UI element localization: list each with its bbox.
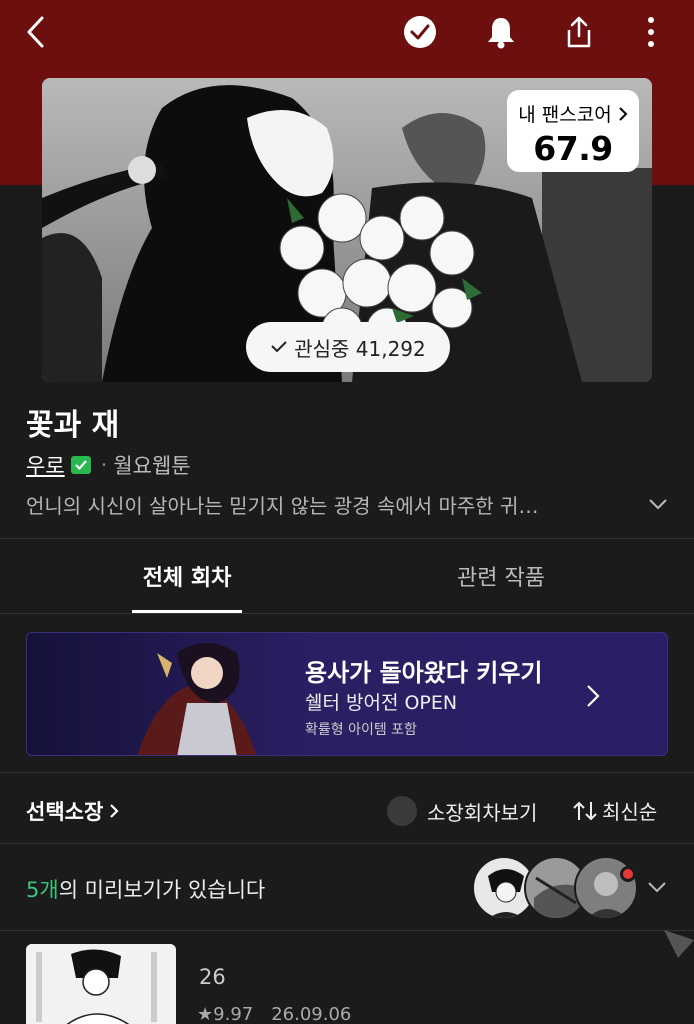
triangle-marker-icon: [664, 930, 694, 958]
check-circle-icon: [404, 16, 436, 48]
divider: [0, 538, 694, 539]
check-icon: [271, 341, 287, 353]
select-buy-label: 선택소장: [26, 800, 104, 824]
preview-suffix: 의 미리보기가 있습니다: [58, 878, 266, 902]
promo-banner[interactable]: 용사가 돌아왔다 키우기 쉘터 방어전 OPEN 확률형 아이템 포함: [26, 632, 668, 756]
separator: ·: [100, 453, 108, 477]
more-button[interactable]: [629, 10, 673, 54]
notification-button[interactable]: [479, 10, 523, 54]
bell-icon: [488, 18, 514, 49]
tab-related-works[interactable]: 관련 작품: [457, 560, 545, 592]
owned-episodes-toggle[interactable]: 소장회차보기: [387, 796, 537, 826]
weekday-label: 월요웹툰: [113, 454, 191, 478]
share-button[interactable]: [557, 10, 601, 54]
banner-note: 확률형 아이템 포함: [305, 722, 417, 738]
synopsis: 언니의 시신이 살아나는 믿기지 않는 광경 속에서 마주한 귀…: [26, 494, 539, 518]
author-link[interactable]: 우로: [26, 450, 65, 480]
author-line: 우로 · 월요웹툰: [26, 450, 191, 480]
episode-thumbnail[interactable]: [26, 944, 176, 1024]
top-bar: [0, 0, 694, 64]
chevron-right-icon: [587, 685, 600, 707]
preview-text: 5개의 미리보기가 있습니다: [26, 874, 265, 904]
subscribe-check-button[interactable]: [398, 10, 442, 54]
chevron-right-icon: [619, 106, 628, 121]
sort-button[interactable]: 최신순: [572, 796, 657, 825]
episode-number: 26: [199, 965, 226, 989]
work-title: 꽃과 재: [26, 408, 120, 443]
tab-bar: 전체 회차 관련 작품: [0, 540, 694, 614]
back-button[interactable]: [14, 10, 58, 54]
chevron-left-icon: [27, 16, 44, 48]
sort-label: 최신순: [602, 800, 658, 824]
preview-thumbnails: [472, 856, 638, 920]
divider: [0, 613, 694, 614]
select-buy-button[interactable]: 선택소장: [26, 796, 119, 826]
episode-controls: 선택소장 소장회차보기 최신순: [0, 780, 694, 840]
banner-character-image: [137, 643, 257, 755]
fanscore-card[interactable]: 내 팬스코어 67.9: [507, 90, 639, 172]
preview-row[interactable]: 5개의 미리보기가 있습니다: [0, 846, 694, 930]
divider: [0, 930, 694, 931]
sort-arrows-icon: [573, 801, 597, 820]
star-icon: ★: [197, 1004, 214, 1024]
fanscore-label: 내 팬스코어: [518, 104, 612, 126]
verified-icon: [70, 456, 91, 474]
expand-synopsis-button[interactable]: [644, 490, 672, 518]
episode-rating: ★9.97: [197, 1004, 253, 1024]
rating-value: 9.97: [213, 1004, 254, 1024]
chevron-down-icon: [649, 499, 667, 510]
fanscore-value: 67.9: [533, 129, 613, 168]
share-icon: [567, 16, 591, 48]
divider: [0, 843, 694, 844]
interest-label: 관심중 41,292: [294, 336, 426, 361]
chevron-right-icon: [110, 804, 119, 818]
toggle-circle: [387, 796, 417, 826]
banner-title: 용사가 돌아왔다 키우기: [305, 659, 543, 687]
chevron-down-icon: [648, 882, 666, 893]
episode-meta: ★9.97 26.09.06: [197, 1004, 351, 1024]
more-vertical-icon: [648, 17, 654, 47]
tab-all-episodes[interactable]: 전체 회차: [132, 560, 242, 592]
new-badge-dot: [620, 866, 636, 882]
interest-button[interactable]: 관심중 41,292: [246, 322, 450, 372]
owned-toggle-label: 소장회차보기: [427, 800, 538, 825]
divider: [0, 772, 694, 773]
preview-count: 5개: [26, 878, 59, 902]
banner-subtitle: 쉘터 방어전 OPEN: [305, 692, 458, 714]
episode-date: 26.09.06: [271, 1004, 352, 1024]
